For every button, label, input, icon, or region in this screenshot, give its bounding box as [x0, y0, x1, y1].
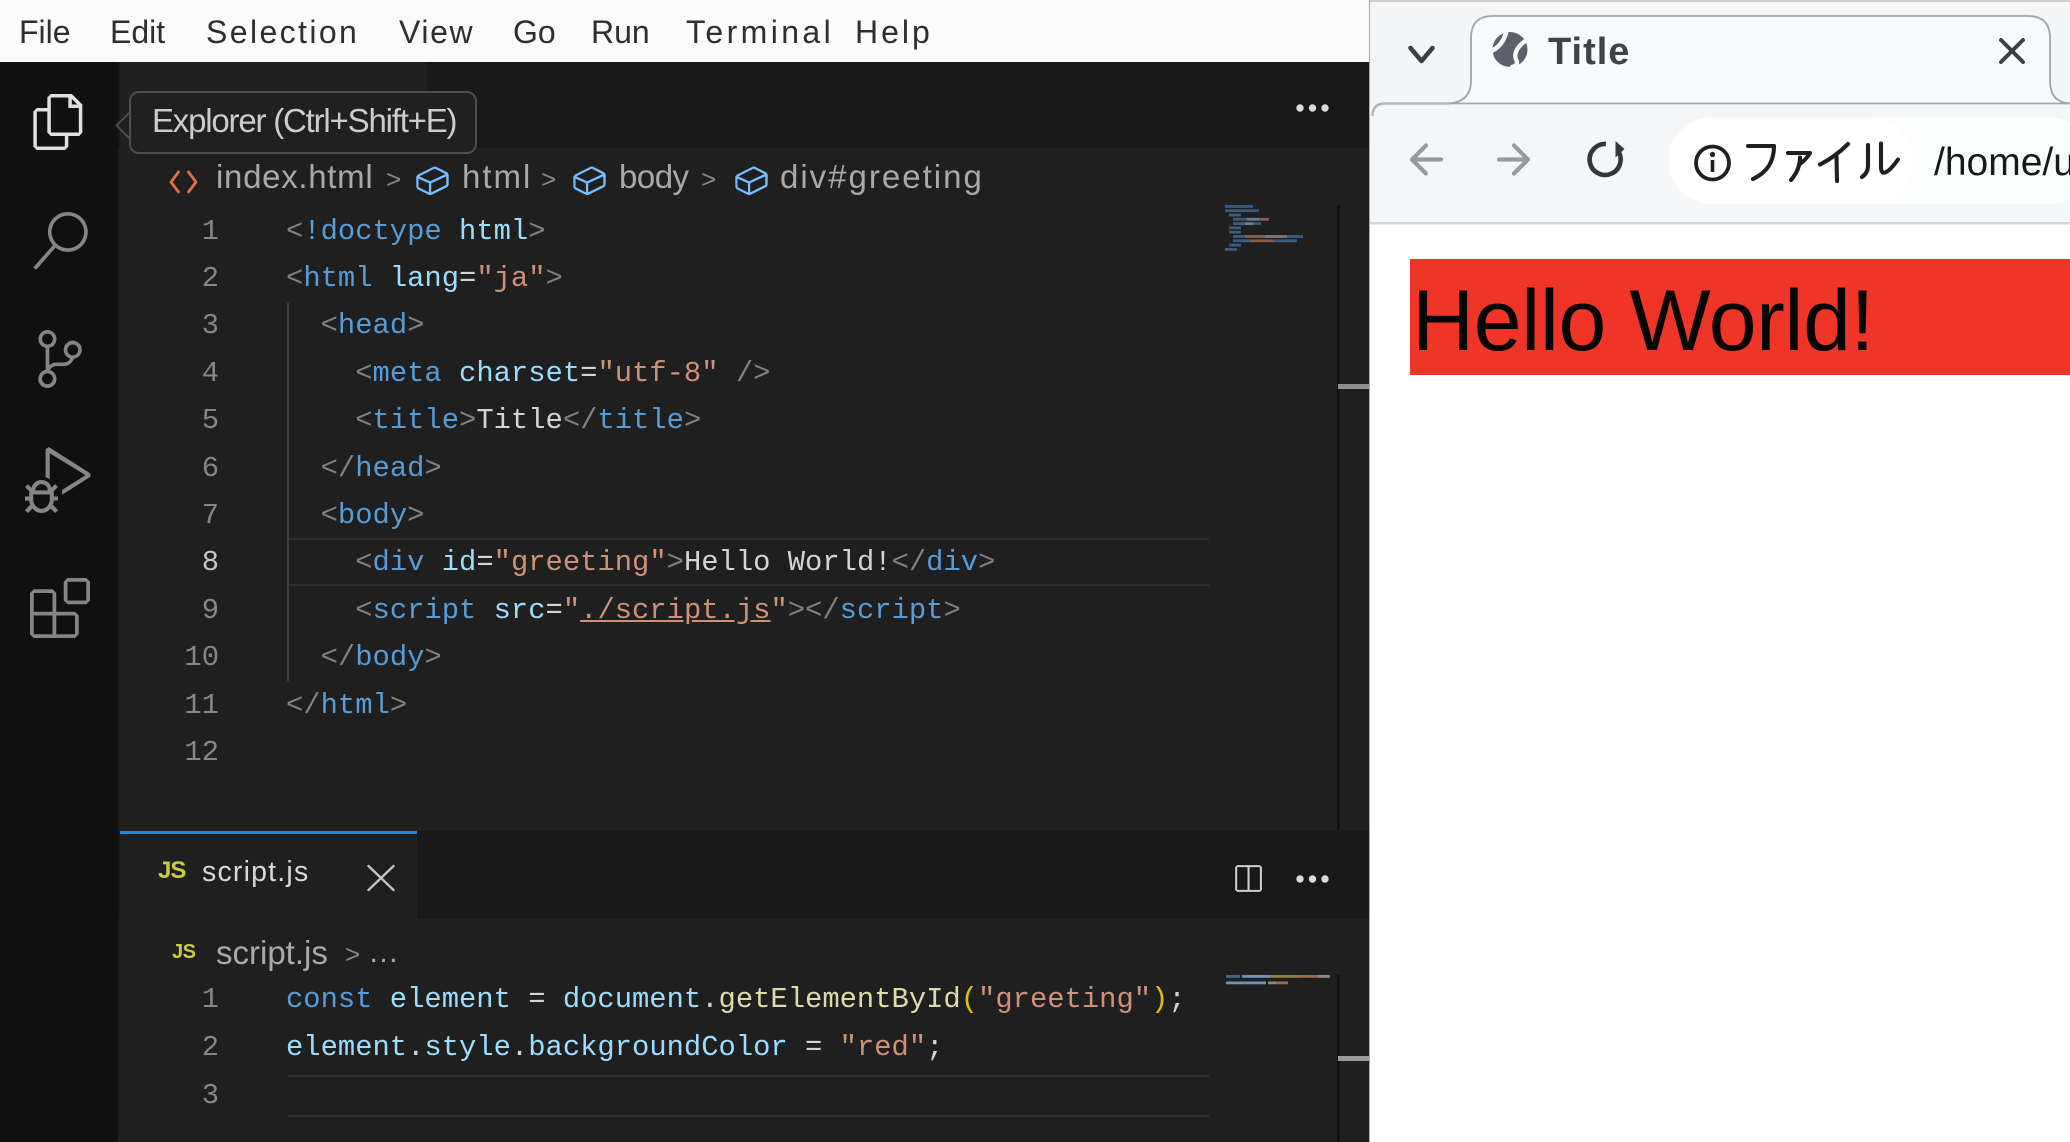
- svg-text:Title: Title: [1548, 31, 1630, 73]
- svg-text:/home/us: /home/us: [1934, 141, 2070, 184]
